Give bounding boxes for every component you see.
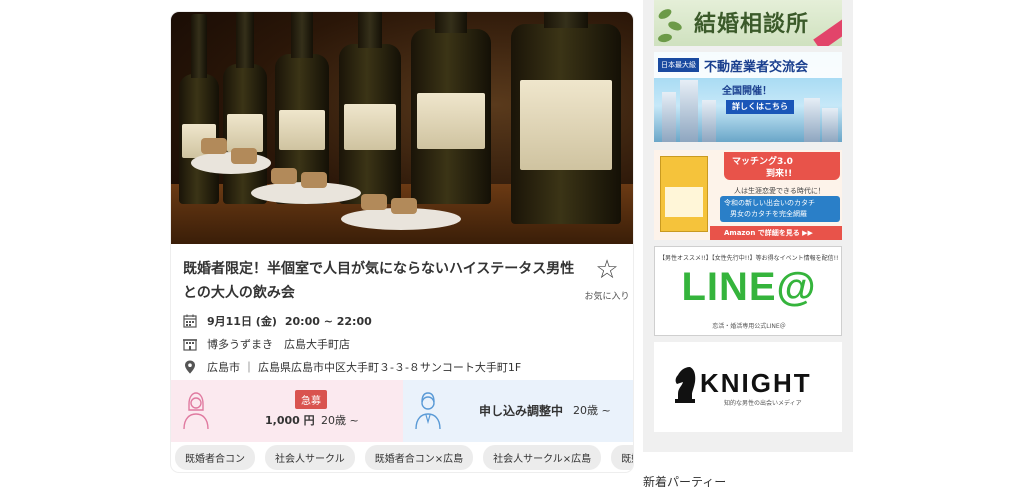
male-age: 20歳 ~ [573, 404, 611, 417]
cork [361, 194, 387, 210]
cork [391, 198, 417, 214]
male-pricing: 申し込み調整中 20歳 ~ [403, 380, 633, 442]
event-datetime: 9月11日 (金) 20:00 ~ 22:00 [183, 312, 372, 330]
banner3-box-line2: 男女のカタチを完全網羅 [730, 210, 807, 218]
female-pricing: 急募 1,000 円 20歳 ~ [171, 380, 403, 442]
banner-realestate-meetup[interactable]: 日本最大級 不動産業者交流会 全国開催！ 詳しくはこちら [654, 52, 842, 142]
event-date: 9月11日 (金) [207, 315, 277, 328]
building-graphic [804, 98, 820, 142]
event-card[interactable]: 既婚者限定！半個室で人目が気にならないハイステータス男性との大人の飲み会 ☆ お… [171, 12, 633, 472]
cork [301, 172, 327, 188]
map-pin-icon [185, 360, 195, 374]
pricing-section: 急募 1,000 円 20歳 ~ 申し込み調整中 20歳 ~ [171, 380, 633, 442]
leaf-decoration [667, 19, 683, 33]
tag-chip[interactable]: 既婚者合コン [175, 444, 255, 470]
star-icon: ☆ [595, 255, 619, 285]
address-text: 広島市 ｜ 広島県広島市中区大手町３-３-８サンコート大手町1F [207, 361, 522, 374]
favorite-button[interactable]: ☆ お気に入り [583, 255, 631, 302]
knight-logo: KNIGHT [700, 368, 812, 398]
book-cover [660, 156, 708, 232]
new-party-heading: 新着パーティー [643, 475, 727, 487]
wine-bottle [223, 12, 267, 204]
leaf-decoration [656, 7, 674, 21]
knight-subtitle: 知的な男性の出会いメディア [724, 400, 802, 407]
male-status: 申し込み調整中 [479, 404, 564, 418]
tag-chip[interactable]: 社会人サークル [265, 444, 355, 470]
banner4-footer: 恋活・婚活専用公式LINE＠ [712, 323, 786, 330]
cork [231, 148, 257, 164]
favorite-label: お気に入り [584, 292, 630, 302]
event-title[interactable]: 既婚者限定！半個室で人目が気にならないハイステータス男性との大人の飲み会 [183, 257, 583, 305]
banner2-tag: 日本最大級 [658, 58, 699, 72]
leaf-decoration [657, 32, 673, 44]
building-graphic [822, 108, 838, 142]
banner3-headline2: 到来!! [766, 169, 793, 179]
venue-name[interactable]: 博多うずまき 広島大手町店 [207, 336, 350, 352]
cork [271, 168, 297, 184]
banner-matching-book[interactable]: マッチング3.0 到来!! 人は生涯恋愛できる時代に！ 令和の新しい出会いのカタ… [654, 150, 842, 240]
sidebar: 結婚相談所 日本最大級 不動産業者交流会 全国開催！ 詳しくはこちら マッチング… [643, 0, 853, 452]
banner-line-official[interactable]: 【男性オススメ!!】【女性先行中!!】等お得なイベント情報を配信!! LINE@… [654, 246, 842, 336]
building-graphic [680, 80, 698, 142]
wine-bottle [511, 12, 621, 224]
wine-bottle [411, 12, 491, 204]
event-photo[interactable] [171, 12, 633, 244]
building-graphic [662, 92, 676, 142]
female-icon [183, 392, 209, 430]
event-address: 広島市 ｜ 広島県広島市中区大手町３-３-８サンコート大手町1F [183, 358, 521, 376]
banner2-subtitle: 全国開催！ [722, 86, 772, 97]
tag-chip[interactable]: 既婚者合コン×広島 [364, 444, 474, 470]
banner1-title: 結婚相談所 [694, 11, 810, 37]
tag-chip[interactable]: 既婚者 [611, 444, 633, 470]
event-time: 20:00 ~ 22:00 [284, 314, 372, 328]
building-icon [183, 339, 197, 351]
wine-bottle [339, 12, 401, 204]
male-icon [415, 392, 441, 430]
urgent-badge: 急募 [295, 390, 327, 409]
banner2-title: 不動産業者交流会 [704, 60, 809, 75]
line-logo: LINE@ [681, 265, 817, 309]
amazon-link[interactable]: Amazon で詳細を見る ▶▶ [724, 228, 813, 238]
female-age: 20歳 ~ [321, 414, 359, 427]
tag-list: 既婚者合コン 社会人サークル 既婚者合コン×広島 社会人サークル×広島 既婚者 [171, 442, 633, 472]
event-venue: 博多うずまき 広島大手町店 [183, 335, 350, 353]
check-ribbon [813, 18, 842, 46]
calendar-icon [183, 314, 197, 328]
banner2-details-button[interactable]: 詳しくはこちら [726, 100, 794, 114]
banner-marriage-agency[interactable]: 結婚相談所 [654, 0, 842, 46]
knight-chess-icon [675, 367, 696, 403]
female-price: 1,000 円 [265, 414, 315, 427]
cork [201, 138, 227, 154]
banner4-top-text: 【男性オススメ!!】【女性先行中!!】等お得なイベント情報を配信!! [659, 255, 839, 262]
banner3-box-line1: 令和の新しい出会いのカタチ [724, 199, 815, 207]
tag-chip[interactable]: 社会人サークル×広島 [483, 444, 602, 470]
banner-knight[interactable]: KNIGHT 知的な男性の出会いメディア [654, 342, 842, 432]
building-graphic [702, 100, 716, 142]
banner3-tagline: 人は生涯恋愛できる時代に！ [734, 187, 825, 195]
